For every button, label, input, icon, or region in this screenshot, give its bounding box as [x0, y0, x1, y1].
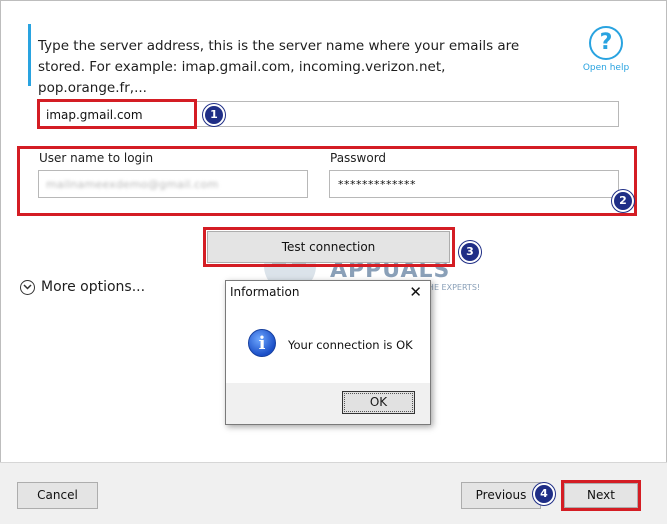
chevron-down-icon[interactable]	[20, 279, 35, 295]
username-value[interactable]: mailnameexdemo@gmail.com	[46, 178, 218, 191]
test-highlight-box	[203, 227, 455, 267]
more-options-toggle[interactable]: More options...	[20, 279, 145, 295]
server-instructions: Type the server address, this is the ser…	[38, 38, 520, 96]
username-label: User name to login	[39, 151, 154, 165]
step-badge-2: 2	[612, 190, 634, 212]
dialog-titlebar: Information ✕	[226, 281, 430, 304]
help-label[interactable]: Open help	[582, 63, 630, 73]
password-value[interactable]: *************	[338, 178, 416, 191]
information-dialog: Information ✕ i Your connection is OK OK	[225, 280, 431, 425]
ok-focus-ring	[344, 393, 413, 412]
ok-button[interactable]: OK	[342, 391, 415, 414]
next-highlight-box	[561, 480, 641, 511]
dialog-message: Your connection is OK	[288, 338, 413, 352]
step-badge-4: 4	[533, 483, 555, 505]
dialog-title: Information	[230, 285, 300, 299]
password-label: Password	[330, 151, 387, 165]
more-options-label[interactable]: More options...	[41, 279, 145, 295]
step-badge-1: 1	[203, 104, 225, 126]
help-link[interactable]: ? Open help	[582, 26, 630, 73]
question-circle-icon[interactable]: ?	[589, 26, 623, 60]
previous-button[interactable]: Previous	[461, 482, 541, 509]
information-icon: i	[248, 329, 276, 357]
step-badge-3: 3	[459, 241, 481, 263]
close-icon[interactable]: ✕	[409, 283, 422, 301]
server-highlight-box	[37, 99, 197, 129]
cancel-button[interactable]: Cancel	[17, 482, 98, 509]
